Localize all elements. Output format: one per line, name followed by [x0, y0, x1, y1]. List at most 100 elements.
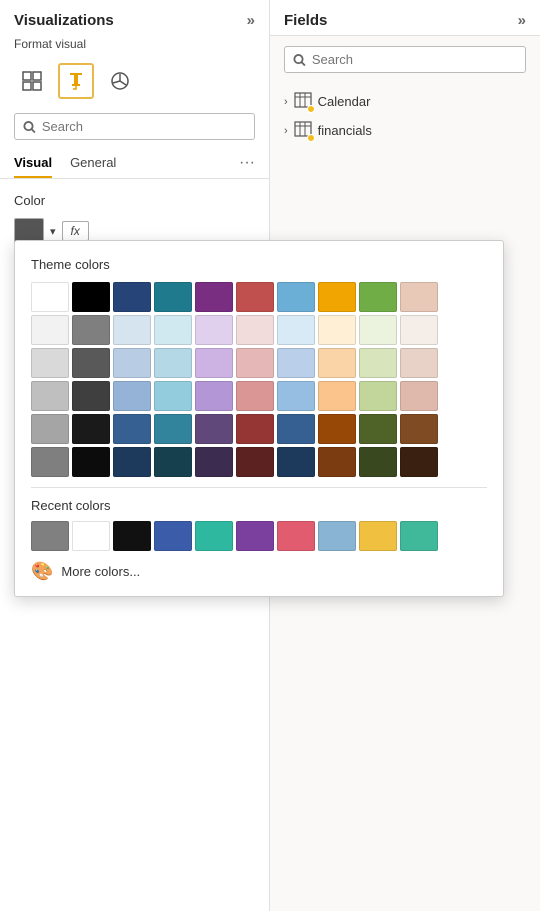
color-cell[interactable]: [236, 282, 274, 312]
visualizations-title: Visualizations: [14, 12, 114, 29]
color-cell[interactable]: [72, 414, 110, 444]
theme-color-row-6: [31, 447, 487, 477]
color-cell[interactable]: [31, 447, 69, 477]
color-cell[interactable]: [154, 315, 192, 345]
field-item-financials[interactable]: › financials: [278, 116, 532, 145]
left-panel: Visualizations » Format visual: [0, 0, 270, 911]
fields-expand-icon[interactable]: »: [518, 12, 526, 29]
color-cell[interactable]: [277, 282, 315, 312]
color-cell-recent[interactable]: [318, 521, 356, 551]
color-cell[interactable]: [400, 447, 438, 477]
color-cell[interactable]: [400, 348, 438, 378]
color-cell[interactable]: [154, 348, 192, 378]
color-cell[interactable]: [236, 381, 274, 411]
color-cell[interactable]: [113, 447, 151, 477]
color-cell[interactable]: [359, 447, 397, 477]
fx-button[interactable]: fx: [62, 221, 89, 241]
color-cell[interactable]: [318, 447, 356, 477]
financials-table-icon: [294, 121, 312, 140]
color-cell[interactable]: [277, 381, 315, 411]
color-cell[interactable]: [277, 315, 315, 345]
visualizations-header: Visualizations »: [0, 0, 269, 35]
color-cell[interactable]: [236, 315, 274, 345]
color-cell[interactable]: [31, 315, 69, 345]
grid-icon: [21, 70, 43, 92]
color-cell-recent[interactable]: [359, 521, 397, 551]
color-cell[interactable]: [318, 282, 356, 312]
color-cell[interactable]: [113, 282, 151, 312]
color-cell[interactable]: [113, 348, 151, 378]
color-cell[interactable]: [113, 315, 151, 345]
color-cell[interactable]: [400, 381, 438, 411]
color-cell[interactable]: [31, 282, 69, 312]
color-cell[interactable]: [400, 282, 438, 312]
color-cell[interactable]: [359, 414, 397, 444]
tab-general[interactable]: General: [70, 155, 116, 178]
color-cell[interactable]: [72, 381, 110, 411]
grid-icon-btn[interactable]: [14, 63, 50, 99]
color-cell[interactable]: [72, 315, 110, 345]
color-cell-recent[interactable]: [236, 521, 274, 551]
color-cell[interactable]: [236, 447, 274, 477]
color-cell[interactable]: [195, 282, 233, 312]
more-colors-row[interactable]: 🎨 More colors...: [31, 551, 487, 582]
color-cell[interactable]: [195, 348, 233, 378]
color-cell[interactable]: [318, 414, 356, 444]
color-cell[interactable]: [359, 381, 397, 411]
color-cell[interactable]: [359, 348, 397, 378]
color-cell[interactable]: [72, 447, 110, 477]
theme-color-row-1: [31, 282, 487, 312]
format-icon-btn[interactable]: [58, 63, 94, 99]
more-colors-label[interactable]: More colors...: [61, 564, 140, 579]
color-cell[interactable]: [113, 414, 151, 444]
color-cell[interactable]: [318, 348, 356, 378]
tab-visual[interactable]: Visual: [14, 155, 52, 178]
color-cell[interactable]: [318, 381, 356, 411]
color-cell[interactable]: [195, 414, 233, 444]
color-picker-popup: Theme colors: [14, 240, 504, 597]
color-cell[interactable]: [154, 414, 192, 444]
color-cell[interactable]: [195, 315, 233, 345]
analytics-icon: [109, 70, 131, 92]
color-cell-recent[interactable]: [31, 521, 69, 551]
color-cell[interactable]: [277, 348, 315, 378]
expand-icon[interactable]: »: [247, 12, 255, 29]
color-cell[interactable]: [359, 315, 397, 345]
color-cell[interactable]: [277, 447, 315, 477]
left-search-input[interactable]: [42, 119, 246, 134]
dropdown-arrow-icon[interactable]: ▾: [50, 225, 56, 238]
color-cell[interactable]: [113, 381, 151, 411]
color-cell[interactable]: [277, 414, 315, 444]
color-cell[interactable]: [31, 381, 69, 411]
color-cell[interactable]: [72, 348, 110, 378]
theme-color-row-3: [31, 348, 487, 378]
color-cell[interactable]: [195, 447, 233, 477]
color-cell[interactable]: [72, 282, 110, 312]
color-cell-recent[interactable]: [195, 521, 233, 551]
color-cell-recent[interactable]: [113, 521, 151, 551]
tab-more[interactable]: ···: [239, 154, 255, 178]
palette-icon: 🎨: [31, 561, 53, 582]
color-cell-recent[interactable]: [72, 521, 110, 551]
color-cell[interactable]: [154, 447, 192, 477]
color-cell-recent[interactable]: [154, 521, 192, 551]
analytics-icon-btn[interactable]: [102, 63, 138, 99]
color-cell-recent[interactable]: [400, 521, 438, 551]
color-cell[interactable]: [154, 381, 192, 411]
color-cell[interactable]: [236, 348, 274, 378]
right-search-input[interactable]: [312, 52, 517, 67]
color-cell[interactable]: [195, 381, 233, 411]
left-search-box[interactable]: [14, 113, 255, 140]
color-cell-recent[interactable]: [277, 521, 315, 551]
color-cell[interactable]: [359, 282, 397, 312]
color-cell[interactable]: [154, 282, 192, 312]
color-cell[interactable]: [236, 414, 274, 444]
field-item-calendar[interactable]: › Calendar: [278, 87, 532, 116]
color-cell[interactable]: [400, 315, 438, 345]
color-cell[interactable]: [400, 414, 438, 444]
paint-format-icon: [65, 70, 87, 92]
color-cell[interactable]: [318, 315, 356, 345]
color-cell[interactable]: [31, 414, 69, 444]
color-cell[interactable]: [31, 348, 69, 378]
right-search-box[interactable]: [284, 46, 526, 73]
